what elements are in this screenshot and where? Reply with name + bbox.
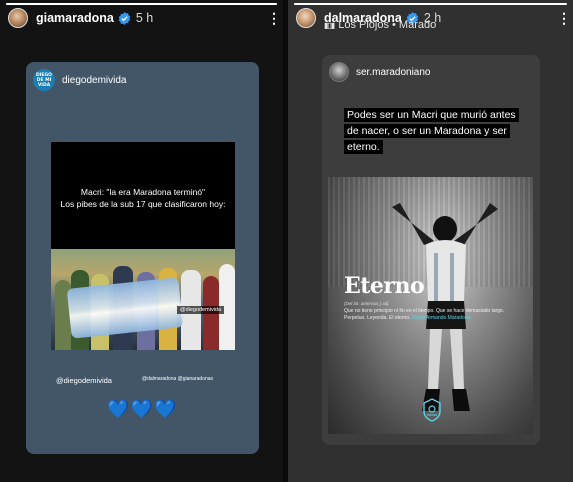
logo-text-3: VIDA bbox=[37, 82, 51, 88]
definition-name: Diego Armando Maradona. bbox=[411, 315, 472, 321]
music-attribution[interactable]: ▮▯▮ Los Piojos • Marado bbox=[324, 19, 436, 31]
team-photo: @diegodemivida bbox=[51, 249, 235, 350]
blue-hearts-emoji: 💙💙💙 bbox=[107, 399, 178, 419]
shared-post-card[interactable]: DIEGO DE MI VIDA diegodemivida Macri: "l… bbox=[26, 62, 259, 454]
shared-account-name[interactable]: ser.maradoniano bbox=[356, 67, 431, 78]
post-caption: Macri: "la era Maradona terminó" Los pib… bbox=[51, 186, 235, 210]
photo-handle: @diegodemivida bbox=[177, 306, 225, 314]
shared-post-card[interactable]: ser.maradoniano Podes ser un Macri que m… bbox=[322, 55, 540, 445]
diegodemivida-logo[interactable]: DIEGO DE MI VIDA bbox=[33, 69, 55, 91]
definition-text: Que no tiene principio ni fin en el tiem… bbox=[344, 308, 514, 322]
quote-text: Podes ser un Macri que murió antes de na… bbox=[344, 107, 519, 155]
shared-account-avatar[interactable] bbox=[329, 62, 349, 82]
more-options-icon[interactable]: ⋮ bbox=[557, 11, 571, 25]
more-options-icon[interactable]: ⋮ bbox=[267, 11, 281, 25]
music-bars-icon: ▮▯▮ bbox=[324, 20, 335, 30]
poster-title: Eterno bbox=[344, 273, 425, 299]
verified-badge-icon bbox=[118, 11, 131, 25]
quote-text-content: Podes ser un Macri que murió antes de na… bbox=[344, 108, 519, 154]
post-caption-line-1: Macri: "la era Maradona terminó" bbox=[80, 187, 206, 197]
story-left[interactable]: giamaradona 5 h ⋮ DIEGO DE MI VIDA diego… bbox=[0, 0, 283, 482]
avatar[interactable] bbox=[296, 8, 316, 28]
story-progress-fill bbox=[294, 3, 567, 5]
story-progress-fill bbox=[6, 3, 277, 5]
shared-post-header: DIEGO DE MI VIDA diegodemivida bbox=[33, 69, 127, 91]
definition-etymology: (Del lat. aeternus.) adj. bbox=[344, 301, 390, 306]
story-right[interactable]: dalmaradona 2 h ⋮ ▮▯▮ Los Piojos • Marad… bbox=[288, 0, 573, 482]
post-time: 5 h bbox=[135, 11, 154, 25]
shared-post-image[interactable]: Macri: "la era Maradona terminó" Los pib… bbox=[51, 142, 235, 350]
post-caption-line-2: Los pibes de la sub 17 que clasificaron … bbox=[60, 199, 226, 209]
music-track: Los Piojos • Marado bbox=[338, 19, 437, 31]
story-progress-bar bbox=[6, 3, 277, 5]
shared-post-header: ser.maradoniano bbox=[329, 62, 431, 82]
afa-emblem-icon bbox=[423, 398, 441, 422]
mention-sticker[interactable]: @diegodemivida bbox=[56, 376, 112, 385]
tag-text: @dalmaradona @gianaradonao bbox=[142, 376, 214, 382]
username[interactable]: giamaradona bbox=[36, 11, 114, 25]
avatar[interactable] bbox=[8, 8, 28, 28]
story-header: giamaradona 5 h ⋮ bbox=[8, 7, 281, 29]
shared-account-name[interactable]: diegodemivida bbox=[62, 75, 127, 86]
story-progress-bar bbox=[294, 3, 567, 5]
poster-image[interactable]: Eterno (Del lat. aeternus.) adj. Que no … bbox=[328, 177, 533, 434]
